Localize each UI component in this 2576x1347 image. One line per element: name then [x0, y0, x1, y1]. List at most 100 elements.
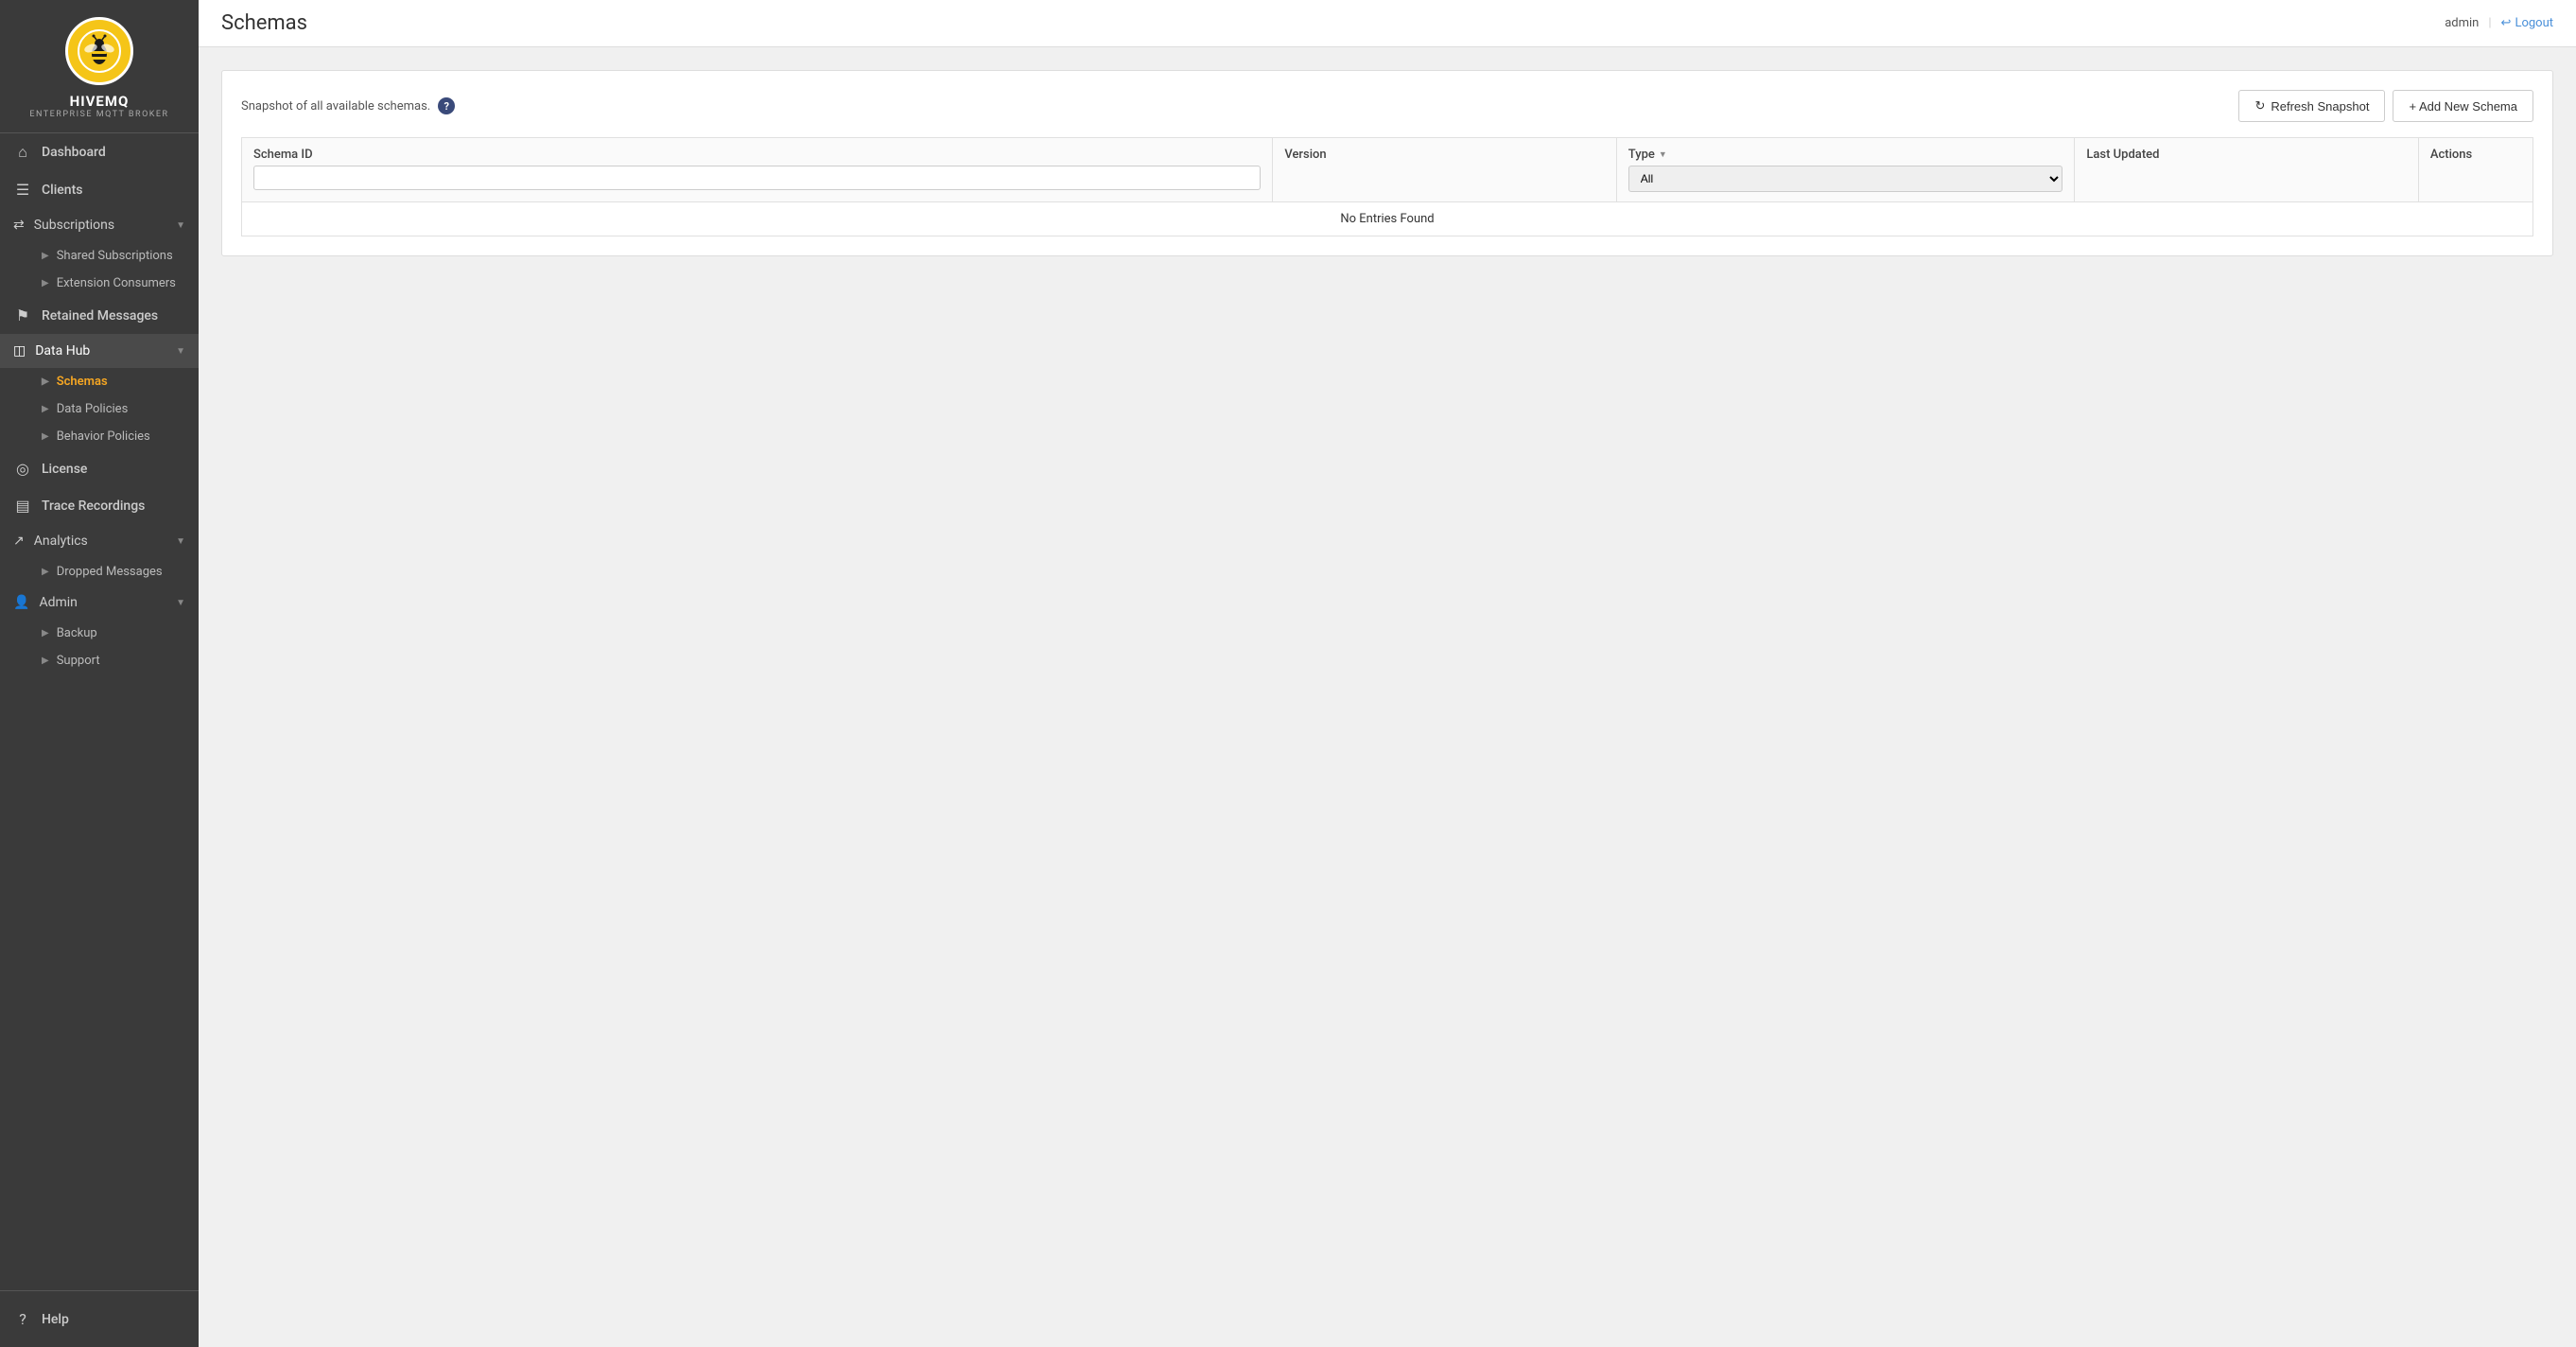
sidebar-sub-label: Shared Subscriptions: [57, 249, 173, 263]
sidebar-item-admin[interactable]: 👤 Admin ▼: [0, 586, 199, 620]
sidebar: HIVEMQ ENTERPRISE MQTT BROKER ⌂ Dashboar…: [0, 0, 199, 1347]
expand-arrow-icon: ▼: [176, 346, 185, 357]
sidebar-sub-label: Extension Consumers: [57, 276, 176, 290]
sidebar-sub-label: Dropped Messages: [57, 565, 163, 579]
sidebar-item-backup[interactable]: ▶ Backup: [0, 620, 199, 647]
logout-label: Logout: [2515, 16, 2553, 30]
main-content: Schemas admin | ↩ Logout Snapshot of all…: [199, 0, 2576, 1347]
sidebar-item-label: Trace Recordings: [42, 499, 145, 514]
top-bar: Schemas admin | ↩ Logout: [199, 0, 2576, 47]
col-label-type: Type: [1628, 148, 1655, 162]
subscriptions-icon: ⇄: [13, 218, 25, 233]
sidebar-item-trace-recordings[interactable]: ▤ Trace Recordings: [0, 487, 199, 524]
sidebar-item-dashboard[interactable]: ⌂ Dashboard: [0, 133, 199, 171]
sub-arrow-icon: ▶: [42, 404, 49, 414]
sidebar-sub-label: Data Policies: [57, 402, 129, 416]
sidebar-item-data-policies[interactable]: ▶ Data Policies: [0, 395, 199, 423]
help-tooltip-icon[interactable]: ?: [438, 97, 455, 114]
sub-arrow-icon: ▶: [42, 656, 49, 666]
schema-id-filter-input[interactable]: [253, 166, 1261, 190]
toolbar-buttons: ↻ Refresh Snapshot + Add New Schema: [2238, 90, 2533, 122]
sidebar-item-label: Retained Messages: [42, 308, 158, 324]
col-label-last-updated: Last Updated: [2086, 148, 2159, 162]
admin-icon: 👤: [13, 595, 29, 610]
col-label-version: Version: [1284, 148, 1326, 162]
sub-arrow-icon: ▶: [42, 376, 49, 387]
sidebar-item-label: License: [42, 462, 87, 477]
trace-icon: ▤: [13, 497, 32, 515]
license-icon: ◎: [13, 460, 32, 478]
logo-area: HIVEMQ ENTERPRISE MQTT BROKER: [0, 0, 199, 133]
page-title: Schemas: [221, 11, 307, 35]
logout-button[interactable]: ↩ Logout: [2501, 16, 2553, 30]
col-header-actions: Actions: [2418, 138, 2532, 202]
sidebar-item-label: Help: [42, 1312, 69, 1327]
clients-icon: ☰: [13, 181, 32, 199]
sidebar-item-label: Admin: [39, 595, 77, 610]
sub-arrow-icon: ▶: [42, 278, 49, 289]
app-name: HIVEMQ: [70, 93, 130, 110]
col-header-schema-id: Schema ID: [242, 138, 1273, 202]
sidebar-item-retained-messages[interactable]: ⚑ Retained Messages: [0, 297, 199, 334]
col-label-schema-id: Schema ID: [253, 148, 313, 162]
sidebar-sub-label: Backup: [57, 626, 97, 640]
sidebar-item-label: Clients: [42, 183, 82, 198]
sidebar-item-label: Dashboard: [42, 145, 106, 160]
sort-arrow-icon: ▼: [1659, 149, 1667, 160]
col-header-version: Version: [1273, 138, 1616, 202]
add-label: + Add New Schema: [2409, 99, 2517, 114]
sidebar-item-schemas[interactable]: ▶ Schemas: [0, 368, 199, 395]
sidebar-sub-label: Support: [57, 654, 100, 668]
sub-arrow-icon: ▶: [42, 251, 49, 261]
user-area: admin | ↩ Logout: [2445, 16, 2553, 30]
datahub-icon: ◫: [13, 343, 26, 359]
no-entries-text: No Entries Found: [1340, 212, 1434, 226]
logout-icon: ↩: [2501, 16, 2512, 30]
logo-icon: [65, 17, 133, 85]
analytics-icon: ↗: [13, 534, 25, 549]
no-entries-cell: No Entries Found: [242, 202, 2533, 236]
sidebar-item-extension-consumers[interactable]: ▶ Extension Consumers: [0, 270, 199, 297]
sidebar-sub-label: Behavior Policies: [57, 429, 150, 444]
snapshot-info: Snapshot of all available schemas. ?: [241, 97, 455, 114]
sidebar-item-label: Analytics: [34, 534, 88, 549]
sidebar-item-dropped-messages[interactable]: ▶ Dropped Messages: [0, 558, 199, 586]
schema-table: Schema ID Version Type ▼: [241, 137, 2533, 236]
col-header-last-updated: Last Updated: [2075, 138, 2418, 202]
expand-arrow-icon: ▼: [176, 598, 185, 608]
refresh-snapshot-button[interactable]: ↻ Refresh Snapshot: [2238, 90, 2385, 122]
sub-arrow-icon: ▶: [42, 628, 49, 639]
app-subtitle: ENTERPRISE MQTT BROKER: [29, 110, 168, 119]
sidebar-item-subscriptions[interactable]: ⇄ Subscriptions ▼: [0, 208, 199, 242]
sidebar-item-help[interactable]: ? Help: [0, 1301, 199, 1338]
sidebar-item-support[interactable]: ▶ Support: [0, 647, 199, 674]
sidebar-item-analytics[interactable]: ↗ Analytics ▼: [0, 524, 199, 558]
expand-arrow-icon: ▼: [176, 220, 185, 231]
sub-arrow-icon: ▶: [42, 431, 49, 442]
sidebar-sub-label: Schemas: [57, 375, 108, 389]
sidebar-item-data-hub[interactable]: ◫ Data Hub ▼: [0, 334, 199, 368]
table-body: No Entries Found: [242, 202, 2533, 236]
content-area: Snapshot of all available schemas. ? ↻ R…: [199, 47, 2576, 1347]
type-filter-select[interactable]: All JSON AVRO PROTOBUF: [1628, 166, 2063, 192]
expand-arrow-icon: ▼: [176, 536, 185, 547]
add-new-schema-button[interactable]: + Add New Schema: [2393, 90, 2533, 122]
snapshot-text: Snapshot of all available schemas.: [241, 99, 430, 114]
no-entries-row: No Entries Found: [242, 202, 2533, 236]
help-icon: ?: [13, 1310, 32, 1328]
sidebar-item-shared-subscriptions[interactable]: ▶ Shared Subscriptions: [0, 242, 199, 270]
sidebar-bottom: ? Help: [0, 1290, 199, 1347]
sidebar-item-license[interactable]: ◎ License: [0, 450, 199, 487]
sidebar-item-label: Data Hub: [35, 343, 90, 359]
refresh-label: Refresh Snapshot: [2271, 99, 2369, 114]
username: admin: [2445, 16, 2479, 30]
sidebar-item-clients[interactable]: ☰ Clients: [0, 171, 199, 208]
divider: |: [2488, 16, 2491, 30]
dashboard-icon: ⌂: [13, 143, 32, 162]
sidebar-item-behavior-policies[interactable]: ▶ Behavior Policies: [0, 423, 199, 450]
table-header-row: Schema ID Version Type ▼: [242, 138, 2533, 202]
sidebar-item-label: Subscriptions: [34, 218, 114, 233]
retained-icon: ⚑: [13, 306, 32, 324]
col-label-actions: Actions: [2430, 148, 2472, 162]
refresh-icon: ↻: [2254, 98, 2265, 114]
